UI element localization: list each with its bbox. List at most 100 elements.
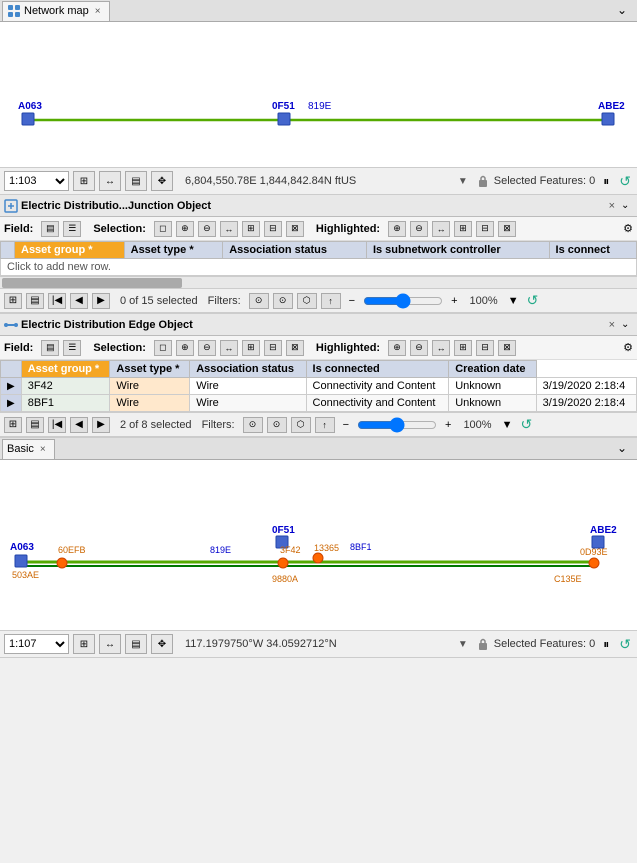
edge-col-asset-group[interactable]: Asset group * bbox=[21, 361, 110, 378]
edge-zoom-slider[interactable] bbox=[357, 418, 437, 432]
basic-grid-btn[interactable]: ▤ bbox=[125, 634, 147, 654]
basic-tab-close[interactable]: × bbox=[40, 444, 46, 455]
junction-col-asset-type[interactable]: Asset type * bbox=[124, 242, 223, 259]
basic-node-3f42[interactable] bbox=[278, 558, 288, 568]
zoom-select-1[interactable]: 1:103 bbox=[4, 171, 69, 191]
edge-col-association[interactable]: Association status bbox=[190, 361, 306, 378]
edge-view-btn1[interactable]: ⊞ bbox=[4, 417, 22, 433]
edge-sel-btn4[interactable]: ↔ bbox=[220, 340, 238, 356]
edge-nav-prev[interactable]: ◀ bbox=[70, 417, 88, 433]
basic-navigate-btn[interactable]: ✥ bbox=[151, 634, 173, 654]
grid-btn-1[interactable]: ▤ bbox=[125, 171, 147, 191]
basic-node-13365[interactable] bbox=[313, 553, 323, 563]
basic-node-0d93e[interactable] bbox=[589, 558, 599, 568]
pan-btn-1[interactable]: ⊞ bbox=[73, 171, 95, 191]
junction-filter-btn2[interactable]: ⊙ bbox=[273, 293, 293, 309]
edge-table-row[interactable]: ▶ 8BF1 Wire Wire Connectivity and Conten… bbox=[1, 395, 637, 412]
pause-btn-1[interactable]: ⏸ bbox=[599, 174, 613, 189]
junction-filter-btn3[interactable]: ⬡ bbox=[297, 293, 317, 309]
edge-filter-btn3[interactable]: ⬡ bbox=[291, 417, 311, 433]
edge-table-row[interactable]: ▶ 3F42 Wire Wire Connectivity and Conten… bbox=[1, 378, 637, 395]
junction-panel-close[interactable]: × bbox=[605, 200, 619, 212]
edge-settings-btn[interactable]: ⚙ bbox=[623, 341, 633, 354]
junction-refresh-btn[interactable]: ↺ bbox=[525, 292, 541, 309]
edge-sel-btn6[interactable]: ⊟ bbox=[264, 340, 282, 356]
select-btn-1[interactable]: ↔ bbox=[99, 171, 121, 191]
junction-add-row[interactable]: Click to add new row. bbox=[1, 259, 637, 276]
edge-refresh-btn[interactable]: ↺ bbox=[518, 416, 534, 433]
junction-slider-minus[interactable]: − bbox=[345, 295, 359, 307]
basic-coords-dropdown[interactable]: ▼ bbox=[454, 639, 472, 650]
junction-slider-plus[interactable]: + bbox=[447, 295, 461, 307]
basic-node-60efb[interactable] bbox=[57, 558, 67, 568]
edge-filter-btn2[interactable]: ⊙ bbox=[267, 417, 287, 433]
junction-field-btn1[interactable]: ▤ bbox=[41, 221, 59, 237]
edge-slider-plus[interactable]: + bbox=[441, 419, 455, 431]
junction-col-association[interactable]: Association status bbox=[223, 242, 367, 259]
junction-hscroll-thumb[interactable] bbox=[2, 278, 182, 288]
edge-sel-btn2[interactable]: ⊕ bbox=[176, 340, 194, 356]
junction-hl-btn2[interactable]: ⊖ bbox=[410, 221, 428, 237]
junction-view-btn2[interactable]: ▤ bbox=[26, 293, 44, 309]
coords-dropdown-1[interactable]: ▼ bbox=[454, 176, 472, 187]
edge-sel-btn3[interactable]: ⊖ bbox=[198, 340, 216, 356]
edge-zoom-dropdown[interactable]: ▼ bbox=[500, 419, 515, 431]
collapse-icon[interactable]: ⌄ bbox=[617, 3, 633, 19]
edge-view-btn2[interactable]: ▤ bbox=[26, 417, 44, 433]
junction-hscroll[interactable] bbox=[0, 276, 637, 288]
junction-filter-btn1[interactable]: ⊙ bbox=[249, 293, 269, 309]
junction-hl-btn1[interactable]: ⊕ bbox=[388, 221, 406, 237]
junction-nav-prev[interactable]: ◀ bbox=[70, 293, 88, 309]
junction-sel-btn4[interactable]: ↔ bbox=[220, 221, 238, 237]
network-map-tab-close[interactable]: × bbox=[95, 6, 101, 17]
edge-hl-btn6[interactable]: ⊠ bbox=[498, 340, 516, 356]
junction-view-btn1[interactable]: ⊞ bbox=[4, 293, 22, 309]
edge-field-btn2[interactable]: ☰ bbox=[63, 340, 81, 356]
junction-nav-first[interactable]: |◀ bbox=[48, 293, 66, 309]
edge-panel-close[interactable]: × bbox=[605, 319, 619, 331]
junction-sel-btn1[interactable]: ◻ bbox=[154, 221, 172, 237]
basic-refresh-btn[interactable]: ↺ bbox=[617, 636, 633, 653]
junction-col-subnetwork[interactable]: Is subnetwork controller bbox=[366, 242, 549, 259]
junction-field-btn2[interactable]: ☰ bbox=[63, 221, 81, 237]
junction-zoom-dropdown[interactable]: ▼ bbox=[506, 295, 521, 307]
edge-sel-btn7[interactable]: ⊠ bbox=[286, 340, 304, 356]
junction-col-asset-group[interactable]: Asset group * bbox=[15, 242, 125, 259]
edge-hl-btn4[interactable]: ⊞ bbox=[454, 340, 472, 356]
edge-filter-btn1[interactable]: ⊙ bbox=[243, 417, 263, 433]
navigate-btn-1[interactable]: ✥ bbox=[151, 171, 173, 191]
node-abe2[interactable] bbox=[602, 113, 614, 125]
node-0f51[interactable] bbox=[278, 113, 290, 125]
junction-sel-btn7[interactable]: ⊠ bbox=[286, 221, 304, 237]
junction-sel-btn2[interactable]: ⊕ bbox=[176, 221, 194, 237]
junction-sel-btn3[interactable]: ⊖ bbox=[198, 221, 216, 237]
junction-hl-btn6[interactable]: ⊠ bbox=[498, 221, 516, 237]
basic-tab[interactable]: Basic × bbox=[2, 439, 55, 459]
junction-hl-btn5[interactable]: ⊟ bbox=[476, 221, 494, 237]
edge-col-asset-type[interactable]: Asset type * bbox=[110, 361, 190, 378]
basic-select-btn[interactable]: ↔ bbox=[99, 634, 121, 654]
edge-sel-btn5[interactable]: ⊞ bbox=[242, 340, 260, 356]
edge-col-creation[interactable]: Creation date bbox=[449, 361, 536, 378]
junction-hl-btn3[interactable]: ↔ bbox=[432, 221, 450, 237]
edge-hl-btn2[interactable]: ⊖ bbox=[410, 340, 428, 356]
edge-hl-btn3[interactable]: ↔ bbox=[432, 340, 450, 356]
zoom-select-2[interactable]: 1:107 bbox=[4, 634, 69, 654]
basic-pan-btn[interactable]: ⊞ bbox=[73, 634, 95, 654]
edge-slider-minus[interactable]: − bbox=[339, 419, 353, 431]
basic-node-a063[interactable] bbox=[15, 555, 27, 567]
edge-sel-btn1[interactable]: ◻ bbox=[154, 340, 172, 356]
junction-hl-btn4[interactable]: ⊞ bbox=[454, 221, 472, 237]
junction-sel-btn6[interactable]: ⊟ bbox=[264, 221, 282, 237]
basic-collapse-icon[interactable]: ⌄ bbox=[617, 441, 633, 457]
edge-filter-btn4[interactable]: ↑ bbox=[315, 417, 335, 433]
junction-filter-btn4[interactable]: ↑ bbox=[321, 293, 341, 309]
basic-pause-btn[interactable]: ⏸ bbox=[599, 637, 613, 652]
edge-hl-btn1[interactable]: ⊕ bbox=[388, 340, 406, 356]
edge-hl-btn5[interactable]: ⊟ bbox=[476, 340, 494, 356]
edge-nav-first[interactable]: |◀ bbox=[48, 417, 66, 433]
edge-field-btn1[interactable]: ▤ bbox=[41, 340, 59, 356]
junction-panel-expand[interactable]: ⌄ bbox=[621, 200, 633, 212]
junction-settings-btn[interactable]: ⚙ bbox=[623, 222, 633, 235]
junction-nav-next[interactable]: ▶ bbox=[92, 293, 110, 309]
